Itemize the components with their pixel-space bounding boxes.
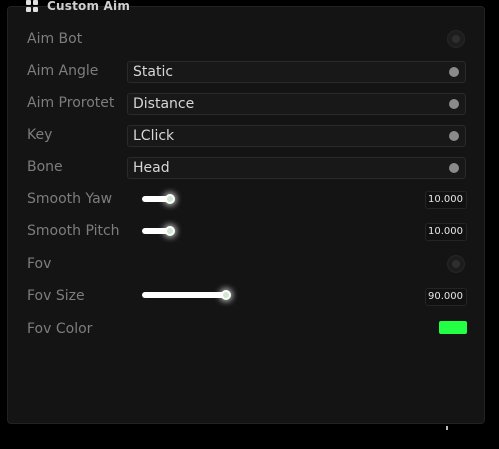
fov-size-input[interactable]: 90.000 (425, 288, 467, 306)
aim-prorotet-value: Distance (133, 96, 195, 112)
dropdown-dot-icon (449, 99, 459, 109)
resize-grip[interactable] (446, 426, 448, 430)
toggle-off-icon (452, 35, 460, 43)
smooth-pitch-value: 10.000 (428, 226, 463, 237)
dropdown-dot-icon (449, 131, 459, 141)
smooth-pitch-input[interactable]: 10.000 (425, 223, 467, 241)
bone-combo[interactable]: Head (127, 157, 466, 179)
fov-color-swatch[interactable] (439, 321, 467, 334)
aim-angle-combo[interactable]: Static (127, 61, 466, 83)
aim-angle-label: Aim Angle (27, 63, 99, 79)
fov-size-fill (142, 292, 227, 298)
fov-size-knob[interactable] (221, 290, 231, 300)
aim-prorotet-combo[interactable]: Distance (127, 93, 466, 115)
smooth-yaw-input[interactable]: 10.000 (425, 191, 467, 209)
bone-label: Bone (27, 159, 63, 175)
smooth-pitch-knob[interactable] (165, 226, 175, 236)
fov-toggle[interactable] (447, 255, 465, 273)
smooth-pitch-label: Smooth Pitch (27, 223, 120, 239)
window-title: Custom Aim (47, 0, 131, 13)
toggle-off-icon (452, 260, 460, 268)
fov-color-label: Fov Color (27, 321, 93, 337)
fov-size-label: Fov Size (27, 288, 85, 304)
smooth-yaw-slider[interactable] (142, 194, 425, 204)
bone-value: Head (133, 160, 170, 176)
smooth-yaw-label: Smooth Yaw (27, 191, 113, 207)
key-combo[interactable]: LClick (127, 125, 466, 147)
dropdown-dot-icon (449, 67, 459, 77)
fov-size-value: 90.000 (428, 291, 463, 302)
dropdown-dot-icon (449, 163, 459, 173)
aim-bot-label: Aim Bot (27, 31, 83, 47)
smooth-yaw-value: 10.000 (428, 194, 463, 205)
grid-dots-icon (26, 0, 38, 12)
aim-bot-toggle[interactable] (447, 30, 465, 48)
key-label: Key (27, 127, 53, 143)
smooth-yaw-knob[interactable] (165, 194, 175, 204)
smooth-pitch-slider[interactable] (142, 226, 425, 236)
aim-prorotet-label: Aim Prorotet (27, 95, 115, 111)
fov-label: Fov (27, 256, 52, 272)
fov-size-slider[interactable] (142, 290, 425, 300)
aim-angle-value: Static (133, 64, 174, 80)
key-value: LClick (133, 128, 175, 144)
